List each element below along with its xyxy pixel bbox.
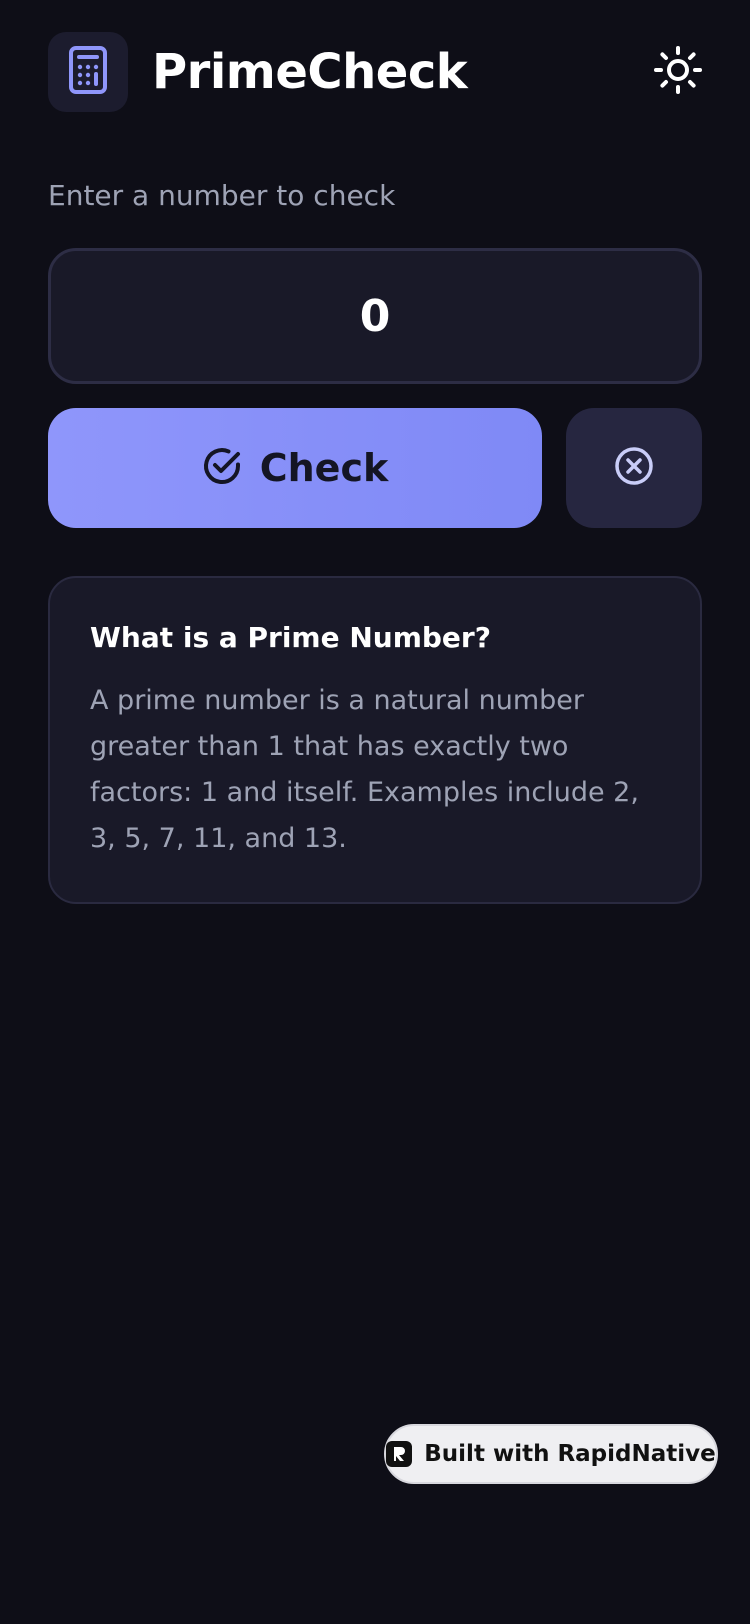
calculator-icon [68,46,108,98]
app-title: PrimeCheck [152,44,468,100]
check-button-label: Check [259,446,389,490]
sun-icon [654,46,702,98]
input-prompt-label: Enter a number to check [48,179,396,212]
info-card-title: What is a Prime Number? [90,621,491,654]
built-with-badge[interactable]: Built with RapidNative [384,1424,718,1484]
app-logo [48,32,128,112]
check-circle-icon [202,446,242,490]
built-with-label: Built with RapidNative [424,1441,716,1467]
info-card: What is a Prime Number? A prime number i… [48,576,702,904]
app-screen: PrimeCheck Enter a number to check 0 Che… [0,0,750,1624]
info-card-body: A prime number is a natural number great… [90,685,639,854]
rapidnative-logo-icon [386,1441,413,1467]
check-button[interactable]: Check [48,408,542,528]
clear-button[interactable] [566,408,702,528]
number-input[interactable] [48,248,702,384]
x-circle-icon [614,446,654,490]
theme-toggle-button[interactable] [652,46,704,98]
